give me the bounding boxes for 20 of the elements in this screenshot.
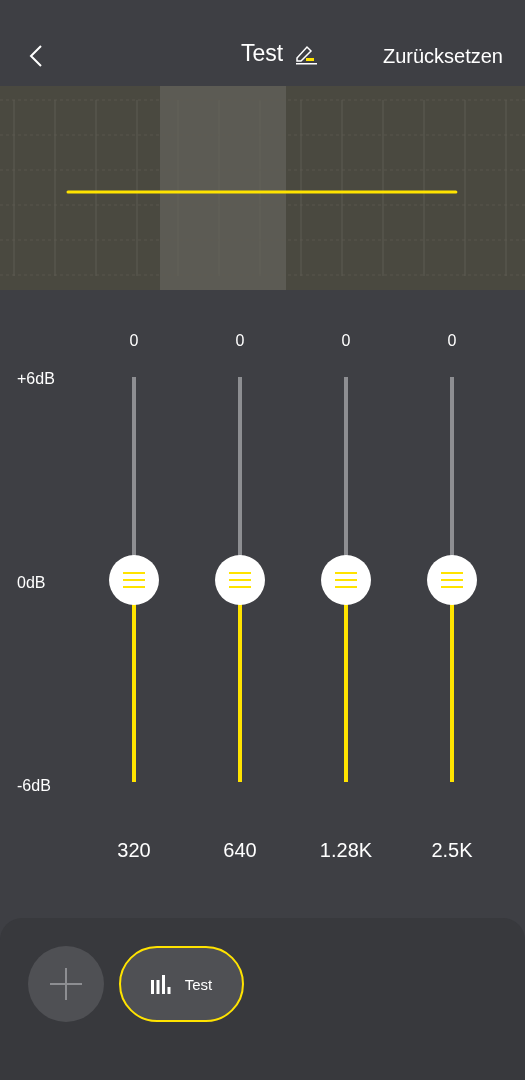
preset-chip[interactable]: Test [119,946,244,1022]
slider-thumb[interactable] [109,554,159,605]
frequency-label: 640 [223,839,257,862]
gain-value: 0 [235,332,245,351]
plus-icon [49,967,83,1001]
slider-thumb[interactable] [215,554,265,605]
equalizer-icon [150,974,171,994]
gain-value: 0 [341,332,351,351]
scale-label: -6dB [17,777,52,795]
gain-value: 0 [447,332,457,351]
frequency-label: 2.5K [431,839,473,862]
reset-button[interactable]: Zurücksetzen [382,44,503,68]
preset-title: Test [240,40,284,67]
scale-label: +6dB [17,370,56,388]
slider-thumb[interactable] [321,554,371,605]
frequency-label: 1.28K [319,839,373,862]
scale-label: 0dB [17,573,47,592]
slider-thumb[interactable] [427,554,477,605]
gain-value: 0 [129,332,139,351]
frequency-label: 320 [117,839,151,862]
